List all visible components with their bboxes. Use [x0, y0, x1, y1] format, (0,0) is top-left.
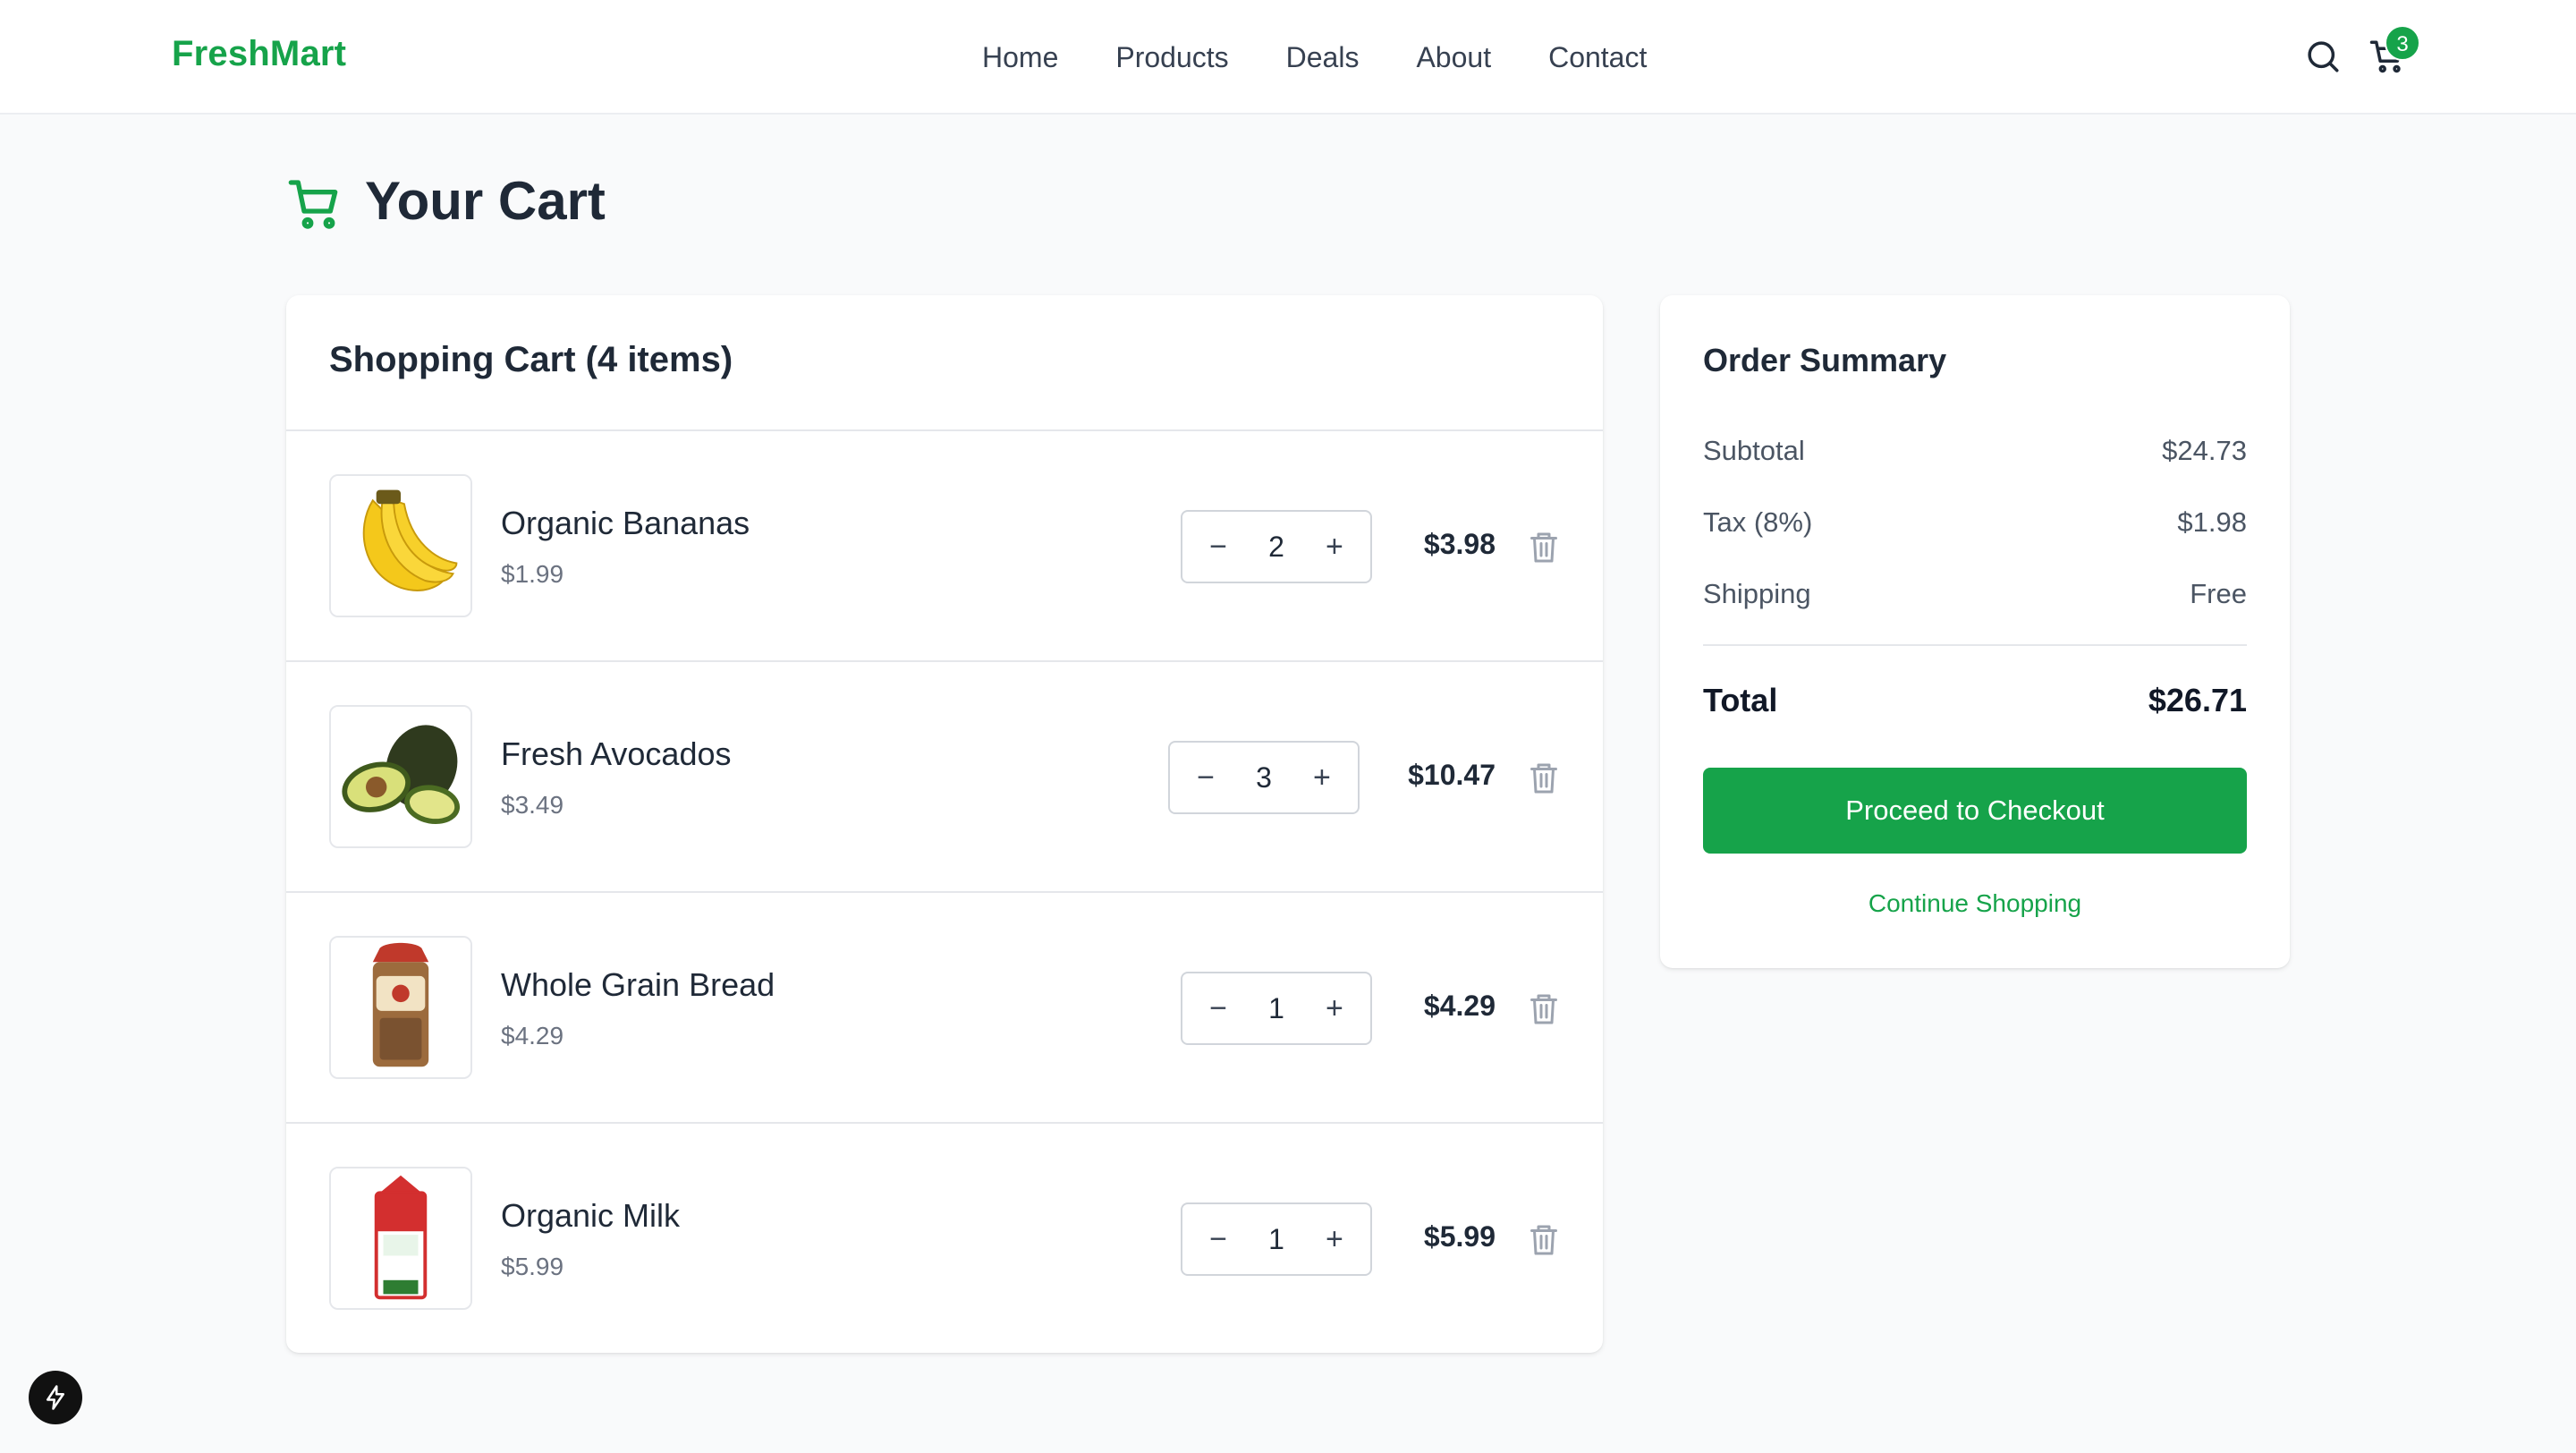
quantity-value[interactable]: 1: [1268, 1223, 1284, 1256]
trash-icon[interactable]: [1528, 530, 1560, 565]
quantity-value[interactable]: 1: [1268, 992, 1284, 1025]
cart-header: Shopping Cart (4 items): [286, 295, 1603, 431]
product-image-bananas[interactable]: [329, 474, 472, 617]
cart-icon: [288, 180, 338, 229]
decrement-button[interactable]: −: [1202, 1222, 1234, 1256]
decrement-button[interactable]: −: [1190, 760, 1222, 794]
shipping-label: Shipping: [1703, 578, 1811, 609]
page-title: Your Cart: [365, 171, 606, 231]
nav-deals[interactable]: Deals: [1286, 39, 1360, 75]
decrement-button[interactable]: −: [1202, 991, 1234, 1025]
product-image-bread[interactable]: [329, 936, 472, 1079]
tax-row: Tax (8%) $1.98: [1703, 506, 2247, 539]
cart-item: Organic Bananas $1.99 − 2 + $3.98: [286, 431, 1603, 662]
search-icon[interactable]: [2304, 38, 2342, 75]
tax-label: Tax (8%): [1703, 506, 1813, 538]
continue-shopping-link[interactable]: Continue Shopping: [1703, 889, 2247, 918]
quantity-stepper: − 2 +: [1181, 510, 1372, 583]
subtotal-row: Subtotal $24.73: [1703, 435, 2247, 467]
total-value: $26.71: [2148, 682, 2247, 718]
quantity-stepper: − 1 +: [1181, 1202, 1372, 1276]
product-name[interactable]: Fresh Avocados: [501, 735, 731, 773]
floating-action-button[interactable]: [29, 1371, 82, 1424]
nav-products[interactable]: Products: [1115, 39, 1228, 75]
milk-carton-icon: [331, 1168, 470, 1308]
line-total: $4.29: [1423, 990, 1496, 1022]
top-nav-bar: FreshMart Home Products Deals About Cont…: [0, 0, 2576, 115]
trash-icon[interactable]: [1528, 1222, 1560, 1258]
bread-icon: [331, 938, 470, 1077]
shipping-value: Free: [2190, 578, 2247, 609]
cart-item: Organic Milk $5.99 − 1 + $5.99: [286, 1124, 1603, 1355]
quantity-stepper: − 3 +: [1168, 741, 1360, 814]
product-image-milk[interactable]: [329, 1167, 472, 1310]
product-name[interactable]: Organic Bananas: [501, 505, 750, 542]
lightning-icon: [47, 1385, 64, 1410]
order-summary-panel: Order Summary Subtotal $24.73 Tax (8%) $…: [1660, 295, 2290, 968]
increment-button[interactable]: +: [1306, 760, 1338, 794]
tax-value: $1.98: [2177, 506, 2247, 538]
line-total: $5.99: [1423, 1220, 1496, 1253]
increment-button[interactable]: +: [1318, 1222, 1351, 1256]
proceed-to-checkout-button[interactable]: Proceed to Checkout: [1703, 768, 2247, 854]
product-unit-price: $1.99: [501, 560, 564, 588]
product-name[interactable]: Organic Milk: [501, 1197, 680, 1235]
main-nav: Home Products Deals About Contact: [982, 39, 1647, 75]
product-unit-price: $4.29: [501, 1022, 564, 1049]
trash-icon[interactable]: [1528, 760, 1560, 796]
bananas-icon: [331, 476, 470, 616]
increment-button[interactable]: +: [1318, 991, 1351, 1025]
cart-heading: Shopping Cart (4 items): [329, 340, 733, 379]
decrement-button[interactable]: −: [1202, 530, 1234, 564]
shopping-cart-panel: Shopping Cart (4 items) Organic Bananas …: [286, 295, 1603, 1353]
increment-button[interactable]: +: [1318, 530, 1351, 564]
avocado-icon: [331, 707, 470, 846]
total-row: Total $26.71: [1703, 682, 2247, 719]
brand-logo[interactable]: FreshMart: [172, 34, 346, 74]
trash-icon[interactable]: [1528, 991, 1560, 1027]
product-unit-price: $3.49: [501, 791, 564, 819]
nav-about[interactable]: About: [1416, 39, 1491, 75]
quantity-value[interactable]: 3: [1256, 761, 1272, 794]
cart-item: Whole Grain Bread $4.29 − 1 + $4.29: [286, 893, 1603, 1124]
product-name[interactable]: Whole Grain Bread: [501, 966, 775, 1004]
nav-contact[interactable]: Contact: [1548, 39, 1647, 75]
cart-item: Fresh Avocados $3.49 − 3 + $10.47: [286, 662, 1603, 893]
subtotal-label: Subtotal: [1703, 435, 1805, 466]
product-image-avocados[interactable]: [329, 705, 472, 848]
cart-count-badge: 3: [2385, 25, 2420, 61]
summary-heading: Order Summary: [1703, 342, 1947, 378]
nav-home[interactable]: Home: [982, 39, 1058, 75]
shipping-row: Shipping Free: [1703, 578, 2247, 610]
total-label: Total: [1703, 682, 1778, 718]
quantity-value[interactable]: 2: [1268, 531, 1284, 564]
summary-divider: [1703, 644, 2247, 646]
product-unit-price: $5.99: [501, 1253, 564, 1280]
subtotal-value: $24.73: [2162, 435, 2247, 466]
line-total: $3.98: [1423, 528, 1496, 560]
quantity-stepper: − 1 +: [1181, 972, 1372, 1045]
line-total: $10.47: [1408, 759, 1496, 791]
